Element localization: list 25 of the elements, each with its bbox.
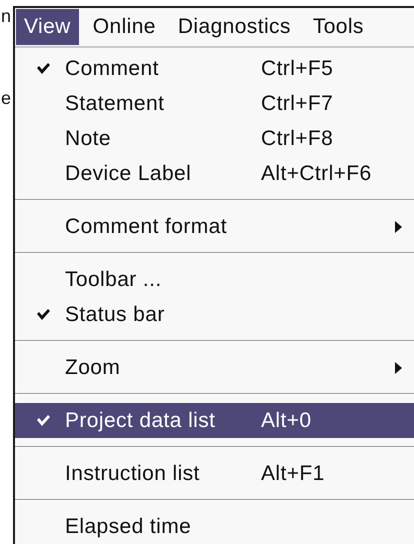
menu-item[interactable]: Zoom: [15, 350, 414, 385]
menu-item[interactable]: Project data list Alt+0: [15, 403, 414, 438]
shortcut-text: Alt+0: [261, 408, 312, 432]
background-text: e: [1, 88, 12, 109]
menu-item[interactable]: Instruction list Alt+F1: [15, 456, 414, 491]
menu-bar-item[interactable]: Online: [84, 9, 164, 45]
shortcut-text: Ctrl+F8: [261, 126, 334, 150]
background-text: n: [1, 6, 12, 27]
menu-item[interactable]: Device Label Alt+Ctrl+F6: [15, 156, 414, 191]
menu-item[interactable]: Status bar: [15, 297, 414, 332]
menu-bar-item[interactable]: View: [16, 9, 79, 45]
shortcut-text: Alt+F1: [261, 462, 325, 486]
shortcut-text: Alt+Ctrl+F6: [261, 162, 372, 186]
menu-bar-item[interactable]: Diagnostics: [170, 9, 299, 45]
shortcut-text: Ctrl+F7: [261, 92, 334, 116]
menu-bar-item[interactable]: Tools: [304, 9, 372, 45]
menu-item[interactable]: Elapsed time: [15, 509, 414, 544]
submenu-arrow-icon: [395, 220, 402, 232]
shortcut-text: Ctrl+F5: [261, 56, 334, 80]
menu-item[interactable]: Comment format: [15, 209, 414, 244]
menu-item[interactable]: Note Ctrl+F8: [15, 121, 414, 156]
menu-item[interactable]: Toolbar ...: [15, 262, 414, 297]
menu-item[interactable]: Comment Ctrl+F5: [15, 51, 414, 86]
submenu-arrow-icon: [395, 362, 402, 374]
menu-item[interactable]: Statement Ctrl+F7: [15, 86, 414, 121]
